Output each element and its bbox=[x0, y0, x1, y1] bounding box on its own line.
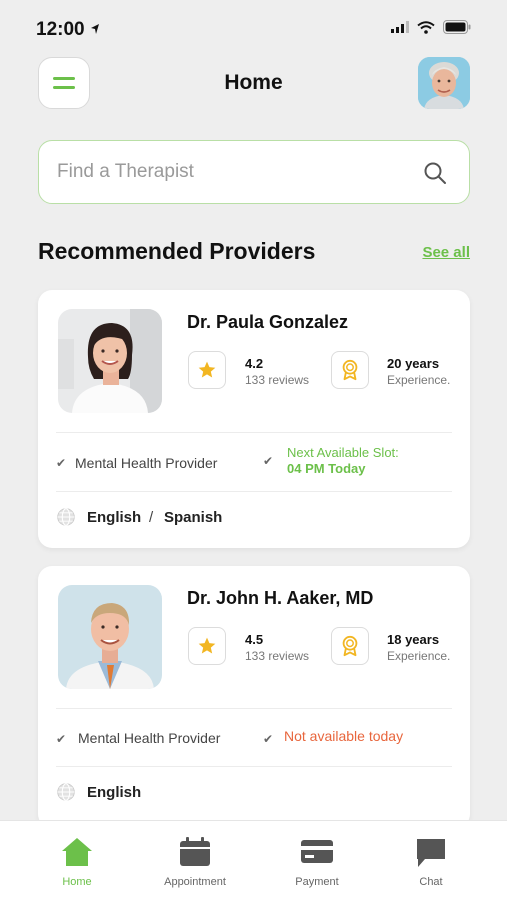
battery-icon bbox=[443, 20, 471, 34]
globe-icon bbox=[57, 508, 75, 526]
experience-label: Experience. bbox=[387, 373, 451, 387]
divider bbox=[56, 708, 452, 709]
tab-home[interactable]: Home bbox=[27, 821, 127, 900]
tab-appointment[interactable]: Appointment bbox=[145, 821, 245, 900]
divider bbox=[56, 766, 452, 767]
tab-label: Payment bbox=[295, 876, 339, 888]
tab-label: Chat bbox=[419, 876, 443, 888]
language: Spanish bbox=[164, 509, 223, 526]
see-all-link[interactable]: See all bbox=[422, 244, 470, 261]
language-separator: / bbox=[149, 509, 154, 526]
next-slot-label: Next Available Slot: bbox=[287, 445, 399, 460]
status-bar: 12:00 bbox=[0, 0, 507, 58]
check-icon: ✔ bbox=[263, 732, 274, 746]
experience-years: 20 years bbox=[387, 356, 440, 371]
provider-card[interactable]: Dr. Paula Gonzalez 4.2 133 reviews 20 ye… bbox=[38, 290, 470, 548]
language: English bbox=[87, 509, 142, 526]
divider bbox=[56, 491, 452, 492]
experience-badge bbox=[331, 627, 369, 665]
specialty-label: Mental Health Provider bbox=[78, 730, 221, 746]
tab-label: Appointment bbox=[164, 876, 226, 888]
search-bar bbox=[38, 140, 470, 204]
check-icon: ✔ bbox=[56, 732, 67, 746]
provider-photo bbox=[58, 309, 162, 413]
rating-badge bbox=[188, 627, 226, 665]
availability-status: Not available today bbox=[284, 728, 404, 744]
specialty-label: Mental Health Provider bbox=[75, 455, 218, 471]
credit-card-icon bbox=[301, 840, 333, 863]
next-slot-value: 04 PM Today bbox=[287, 461, 366, 476]
check-icon: ✔ bbox=[263, 454, 274, 468]
chat-icon bbox=[417, 839, 445, 867]
search-icon[interactable] bbox=[423, 161, 447, 185]
language: English bbox=[87, 784, 142, 801]
user-avatar[interactable] bbox=[418, 57, 470, 109]
rating-value: 4.5 bbox=[245, 632, 264, 647]
experience-badge bbox=[331, 351, 369, 389]
signal-icon bbox=[391, 21, 409, 33]
star-icon bbox=[198, 637, 216, 654]
tab-label: Home bbox=[62, 876, 92, 888]
award-icon bbox=[342, 359, 358, 381]
star-icon bbox=[198, 361, 216, 378]
tab-chat[interactable]: Chat bbox=[381, 821, 481, 900]
search-input[interactable] bbox=[57, 141, 417, 203]
provider-portrait-icon bbox=[58, 309, 162, 413]
rating-value: 4.2 bbox=[245, 356, 264, 371]
reviews-count: 133 reviews bbox=[245, 649, 310, 663]
provider-photo bbox=[58, 585, 162, 689]
status-time: 12:00 bbox=[36, 19, 85, 40]
check-icon: ✔ bbox=[56, 456, 67, 470]
rating-badge bbox=[188, 351, 226, 389]
divider bbox=[56, 432, 452, 433]
wifi-icon bbox=[417, 20, 435, 34]
reviews-count: 133 reviews bbox=[245, 373, 310, 387]
section-title: Recommended Providers bbox=[38, 238, 316, 264]
provider-card[interactable]: Dr. John H. Aaker, MD 4.5 133 reviews 18… bbox=[38, 566, 470, 828]
award-icon bbox=[342, 635, 358, 657]
calendar-icon bbox=[180, 837, 210, 866]
globe-icon bbox=[57, 783, 75, 801]
provider-portrait-icon bbox=[58, 585, 162, 689]
experience-years: 18 years bbox=[387, 632, 440, 647]
experience-label: Experience. bbox=[387, 649, 451, 663]
location-arrow-icon bbox=[91, 24, 99, 34]
tab-payment[interactable]: Payment bbox=[267, 821, 367, 900]
home-icon bbox=[62, 838, 92, 866]
provider-name: Dr. John H. Aaker, MD bbox=[187, 588, 374, 608]
provider-name: Dr. Paula Gonzalez bbox=[187, 312, 349, 332]
header: Home bbox=[0, 55, 507, 111]
avatar-portrait-icon bbox=[418, 57, 470, 109]
bottom-tab-bar: Home Appointment Payment Chat bbox=[0, 820, 507, 900]
